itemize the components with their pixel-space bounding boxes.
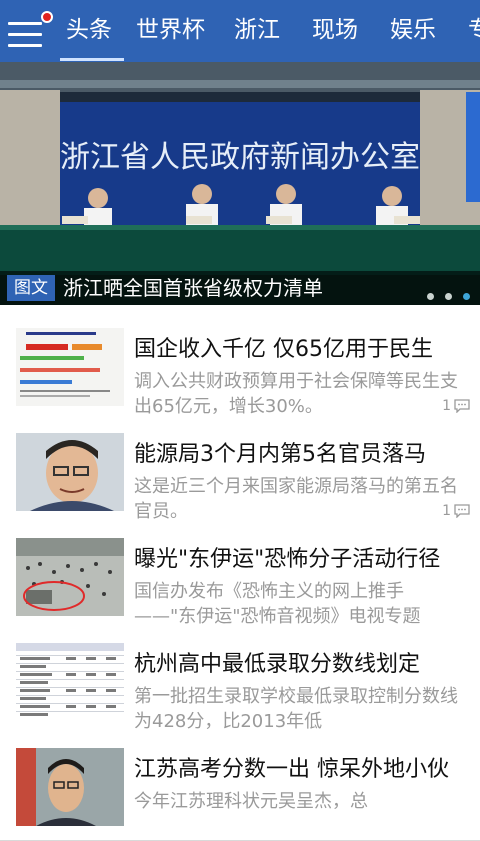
news-item[interactable]: 杭州高中最低录取分数线划定 第一批招生录取学校最低录取控制分数线为428分，比2… — [0, 630, 480, 736]
menu-icon-line — [8, 44, 42, 47]
news-title: 能源局3个月内第5名官员落马 — [134, 442, 426, 467]
menu-icon-line — [8, 33, 42, 36]
carousel-dot — [444, 293, 452, 300]
news-thumbnail — [16, 643, 124, 721]
banner-tag: 图文 — [7, 275, 55, 301]
notification-dot — [41, 11, 53, 23]
news-title: 国企收入千亿 仅65亿用于民生 — [134, 337, 433, 362]
news-summary: 国信办发布《恐怖主义的网上推手——"东伊运"恐怖音视频》电视专题 — [134, 581, 421, 627]
news-item[interactable]: 曝光"东伊运"恐怖分子活动行径 国信办发布《恐怖主义的网上推手——"东伊运"恐怖… — [0, 525, 480, 631]
backdrop-text: 浙江省人民政府新闻办公室 — [60, 140, 420, 175]
comment-count[interactable]: 1 — [442, 503, 470, 519]
carousel-dot — [426, 293, 434, 300]
menu-button[interactable] — [6, 11, 53, 52]
menu-icon — [8, 22, 42, 25]
top-bar: 头条 世界杯 浙江 现场 娱乐 专 — [0, 0, 480, 62]
news-summary: 这是近三个月来国家能源局落马的第五名官员。 — [134, 476, 458, 522]
news-item[interactable]: 国企收入千亿 仅65亿用于民生 调入公共财政预算用于社会保障等民生支出65亿元，… — [0, 315, 480, 421]
news-title: 曝光"东伊运"恐怖分子活动行径 — [134, 547, 441, 572]
tab-live[interactable]: 现场 — [312, 15, 358, 45]
active-tab-indicator — [60, 58, 124, 61]
channel-tabs: 头条 世界杯 浙江 现场 娱乐 专 — [58, 0, 480, 62]
tab-zhejiang[interactable]: 浙江 — [234, 15, 280, 45]
banner-photo: 浙江省人民政府新闻办公室 — [0, 62, 480, 305]
news-title: 杭州高中最低录取分数线划定 — [134, 652, 421, 677]
tab-headline[interactable]: 头条 — [66, 15, 112, 45]
news-thumbnail — [16, 748, 124, 826]
news-summary: 今年江苏理科状元吴呈杰，总 — [134, 791, 368, 812]
news-thumbnail — [16, 433, 124, 511]
news-thumbnail — [16, 538, 124, 616]
comment-count[interactable]: 1 — [442, 398, 470, 414]
news-thumbnail — [16, 328, 124, 406]
comment-count-value: 1 — [442, 398, 451, 414]
tab-special[interactable]: 专 — [468, 15, 480, 45]
news-summary: 调入公共财政预算用于社会保障等民生支出65亿元，增长30%。 — [134, 371, 458, 417]
carousel-dot-active — [463, 293, 470, 300]
headline-banner[interactable]: 浙江省人民政府新闻办公室 — [0, 62, 480, 305]
news-item[interactable]: 能源局3个月内第5名官员落马 这是近三个月来国家能源局落马的第五名官员。 1 — [0, 420, 480, 526]
comment-icon — [454, 504, 470, 519]
tab-world-cup[interactable]: 世界杯 — [136, 15, 205, 45]
news-summary: 第一批招生录取学校最低录取控制分数线为428分，比2013年低 — [134, 686, 458, 732]
comment-count-value: 1 — [442, 503, 451, 519]
banner-caption: 图文 浙江晒全国首张省级权力清单 — [0, 271, 480, 305]
news-item[interactable]: 江苏高考分数一出 惊呆外地小伙 今年江苏理科状元吴呈杰，总 — [0, 735, 480, 841]
tab-entertainment[interactable]: 娱乐 — [390, 15, 436, 45]
news-title: 江苏高考分数一出 惊呆外地小伙 — [134, 757, 449, 782]
banner-title[interactable]: 浙江晒全国首张省级权力清单 — [63, 273, 323, 303]
comment-icon — [454, 399, 470, 414]
carousel-indicator — [421, 285, 470, 304]
